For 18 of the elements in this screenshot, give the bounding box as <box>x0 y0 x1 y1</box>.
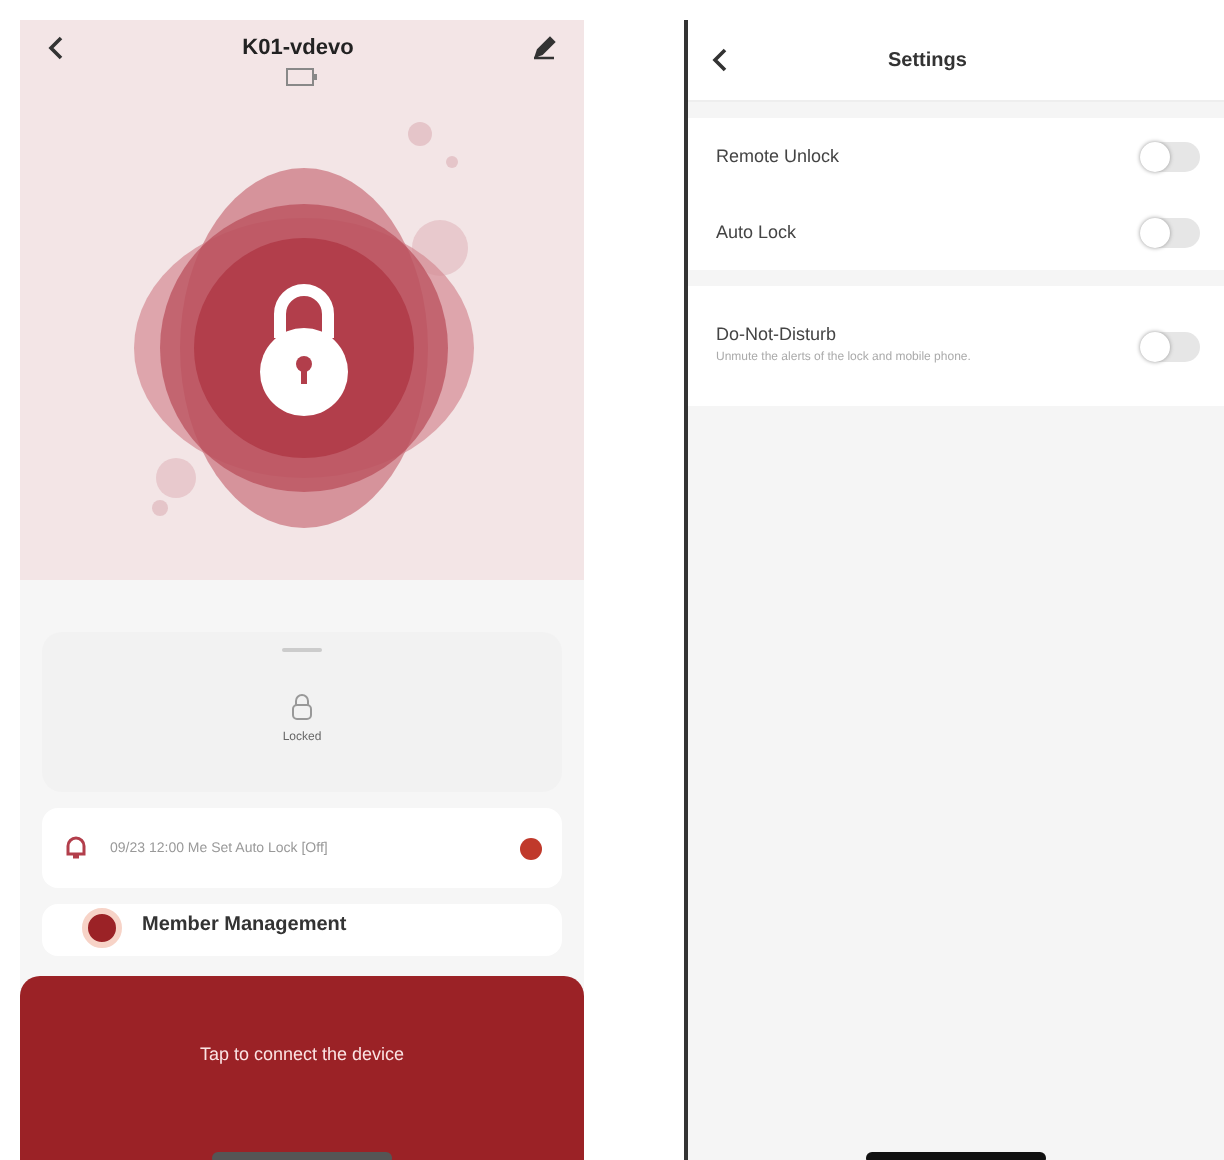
back-icon[interactable] <box>48 36 64 60</box>
battery-icon <box>286 68 318 86</box>
toggle-switch[interactable] <box>1140 217 1200 247</box>
toggle-switch[interactable] <box>1140 141 1200 171</box>
device-title: K01-vdevo <box>242 36 354 60</box>
bell-icon <box>62 834 90 862</box>
lock-icon <box>288 692 316 720</box>
connect-message: Tap to connect the device <box>199 1044 405 1064</box>
setting-label: Remote Unlock <box>716 146 840 166</box>
setting-label: Do-Not-Disturb <box>716 324 839 344</box>
pencil-icon[interactable] <box>531 36 556 60</box>
back-icon[interactable] <box>712 48 728 72</box>
drag-handle[interactable] <box>282 648 322 652</box>
toggle-switch[interactable] <box>1140 331 1200 361</box>
menu-item[interactable]: Member Management <box>42 904 562 956</box>
connect-sheet[interactable]: Tap to connect the device <box>20 976 584 1160</box>
screen-title: Settings <box>888 49 967 71</box>
setting-label: Auto Lock <box>716 222 797 242</box>
